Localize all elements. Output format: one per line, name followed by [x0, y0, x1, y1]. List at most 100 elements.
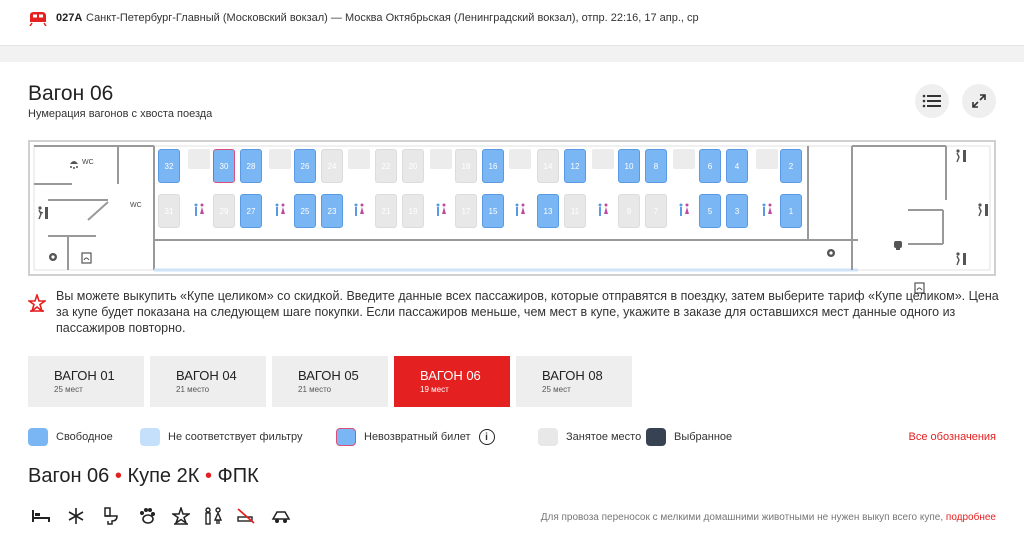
route-text: Санкт-Петербург-Главный (Московский вокз… [86, 12, 699, 24]
seat-30[interactable]: 30 [213, 149, 235, 183]
wagon-tab-4[interactable]: ВАГОН 06 19 мест [394, 356, 510, 407]
wagon-tab-title: ВАГОН 05 [298, 368, 359, 383]
seat-21[interactable]: 21 [375, 194, 397, 228]
trip-header: 027А Санкт-Петербург-Главный (Московский… [0, 0, 1024, 46]
car-numbering-note: Нумерация вагонов с хвоста поезда [28, 108, 213, 120]
table-icon [673, 149, 695, 169]
wagon-tab-title: ВАГОН 06 [420, 368, 481, 383]
all-legend-link[interactable]: Все обозначения [909, 431, 996, 443]
wagon-tab-seats: 19 мест [420, 385, 449, 394]
list-icon [922, 94, 941, 108]
separator-dot: • [204, 465, 212, 487]
seat-29[interactable]: 29 [213, 194, 235, 228]
seat-7[interactable]: 7 [645, 194, 667, 228]
trash-icon [81, 251, 92, 269]
seat-13[interactable]: 13 [537, 194, 559, 228]
exit-icon-left [36, 206, 50, 225]
transfer-icon[interactable] [270, 506, 292, 526]
wagon-tab-5[interactable]: ВАГОН 08 25 мест [516, 356, 632, 407]
wc-label-1: WC [82, 159, 94, 166]
car-info-heading: Вагон 06 • Купе 2К • ФПК [28, 465, 259, 488]
seat-4[interactable]: 4 [726, 149, 748, 183]
page-title: Вагон 06 [28, 82, 114, 105]
seat-6[interactable]: 6 [699, 149, 721, 183]
seat-1[interactable]: 1 [780, 194, 802, 228]
star-icon [26, 292, 48, 317]
seat-24[interactable]: 24 [321, 149, 343, 183]
wc-icon[interactable] [202, 506, 224, 526]
seat-18[interactable]: 18 [455, 149, 477, 183]
legend-label: Не соответствует фильтру [168, 431, 303, 443]
legend-swatch [538, 428, 558, 446]
shower-icon [68, 157, 80, 175]
expand-button[interactable] [962, 84, 996, 118]
pet-details-link[interactable]: подробнее [946, 512, 996, 523]
seat-5[interactable]: 5 [699, 194, 721, 228]
legend-swatch [646, 428, 666, 446]
seat-20[interactable]: 20 [402, 149, 424, 183]
bed-icon[interactable] [30, 506, 52, 526]
wc-figure-icon [435, 203, 447, 219]
expand-icon [972, 94, 986, 108]
table-icon [188, 149, 210, 169]
legend-item-5: Выбранное [646, 428, 732, 446]
seat-27[interactable]: 27 [240, 194, 262, 228]
seat-15[interactable]: 15 [482, 194, 504, 228]
star-service-icon[interactable] [170, 506, 192, 526]
seat-17[interactable]: 17 [455, 194, 477, 228]
exit-icon-right-2 [976, 203, 990, 222]
wc-figure-icon [274, 203, 286, 219]
wagon-tab-seats: 21 место [176, 385, 210, 394]
train-icon [28, 10, 48, 31]
legend-swatch [28, 428, 48, 446]
legend-label: Свободное [56, 431, 113, 443]
seat-26[interactable]: 26 [294, 149, 316, 183]
list-view-button[interactable] [915, 84, 949, 118]
wagon-tab-title: ВАГОН 08 [542, 368, 603, 383]
table-icon [348, 149, 370, 169]
seat-16[interactable]: 16 [482, 149, 504, 183]
table-icon [509, 149, 531, 169]
wagon-tab-seats: 25 мест [54, 385, 83, 394]
seat-23[interactable]: 23 [321, 194, 343, 228]
wagon-tab-2[interactable]: ВАГОН 04 21 место [150, 356, 266, 407]
info-icon[interactable]: i [478, 429, 495, 445]
no-smoking-icon[interactable] [235, 506, 257, 526]
wagon-tab-seats: 21 место [298, 385, 332, 394]
wc-figure-icon [761, 203, 773, 219]
seat-31[interactable]: 31 [158, 194, 180, 228]
conductor-icon [892, 237, 904, 255]
seat-8[interactable]: 8 [645, 149, 667, 183]
wc-figure-icon [193, 203, 205, 219]
toilet-icon[interactable] [100, 506, 122, 526]
wagon-tab-3[interactable]: ВАГОН 05 21 место [272, 356, 388, 407]
seat-14[interactable]: 14 [537, 149, 559, 183]
seat-25[interactable]: 25 [294, 194, 316, 228]
seat-19[interactable]: 19 [402, 194, 424, 228]
seat-22[interactable]: 22 [375, 149, 397, 183]
wc-figure-icon [597, 203, 609, 219]
seat-9[interactable]: 9 [618, 194, 640, 228]
paw-icon[interactable] [136, 506, 158, 526]
wc-figure-icon [353, 203, 365, 219]
table-icon [269, 149, 291, 169]
legend-swatch [140, 428, 160, 446]
seat-10[interactable]: 10 [618, 149, 640, 183]
legend-swatch [336, 428, 356, 446]
seat-32[interactable]: 32 [158, 149, 180, 183]
table-icon [592, 149, 614, 169]
pet-note-text: Для провоза переносок с мелкими домашним… [540, 512, 944, 523]
seat-3[interactable]: 3 [726, 194, 748, 228]
car-class: Купе 2К [127, 465, 200, 487]
exit-icon-right-3 [954, 252, 968, 271]
legend-item-4: Занятое место [538, 428, 641, 446]
wagon-tab-1[interactable]: ВАГОН 01 25 мест [28, 356, 144, 407]
snowflake-icon[interactable] [65, 506, 87, 526]
seat-11[interactable]: 11 [564, 194, 586, 228]
seat-12[interactable]: 12 [564, 149, 586, 183]
seat-28[interactable]: 28 [240, 149, 262, 183]
legend-item-3: Невозвратный билет i [336, 428, 495, 446]
wc-label-2: WC [130, 202, 142, 209]
seat-2[interactable]: 2 [780, 149, 802, 183]
wagon-tab-title: ВАГОН 01 [54, 368, 115, 383]
